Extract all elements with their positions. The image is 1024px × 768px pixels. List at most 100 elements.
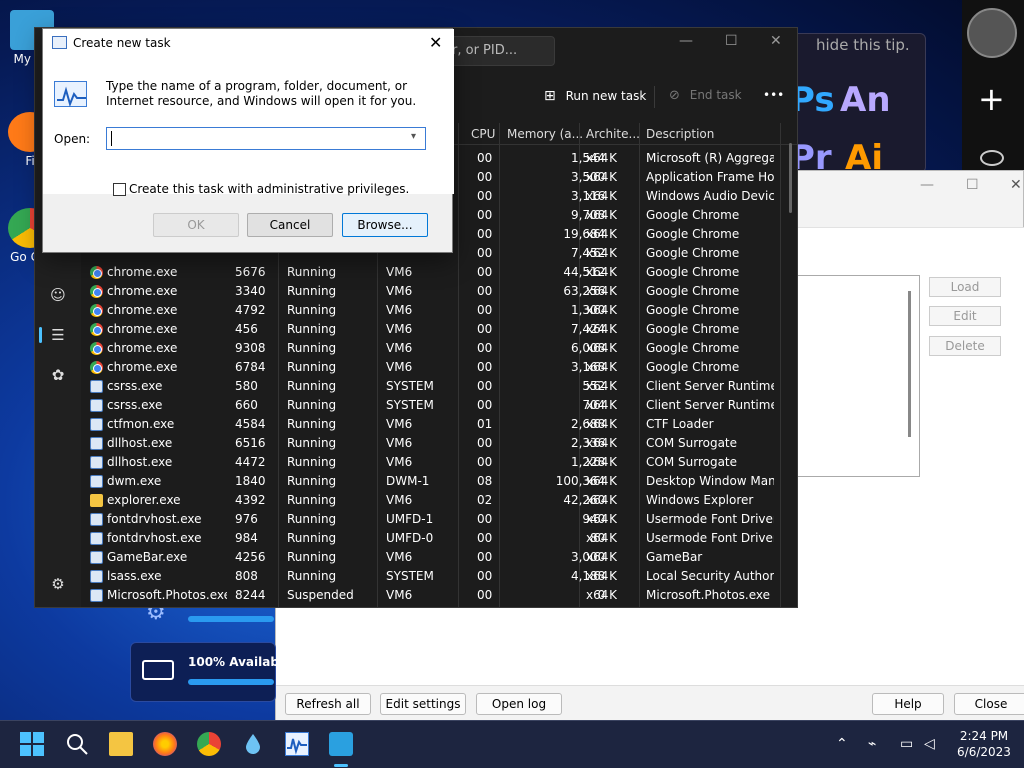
chrome-icon[interactable] <box>197 732 221 756</box>
display-icon[interactable]: ▭ <box>900 736 913 752</box>
open-log-button[interactable]: Open log <box>476 693 562 715</box>
end-task-label: End task <box>689 88 742 102</box>
edit-button[interactable]: Edit <box>929 306 1001 326</box>
table-row[interactable]: dwm.exe 1840 Running DWM-1 08 100,364 Kx64 Des… <box>81 472 797 491</box>
cancel-button[interactable]: Cancel <box>247 213 333 237</box>
chevron-up-icon[interactable]: ⌃ <box>836 736 848 752</box>
table-row[interactable]: chrome.exe 5676 Running VM6 00 44,512 Kx64 Goo… <box>81 263 797 282</box>
close-icon[interactable]: ✕ <box>770 33 782 49</box>
application-icon <box>90 437 103 450</box>
eye-icon[interactable] <box>980 150 1004 166</box>
end-task-button[interactable]: ⊘ End task <box>669 88 742 103</box>
table-row[interactable]: explorer.exe 4392 Running VM6 02 42,260 Kx64 W… <box>81 491 797 510</box>
chrome-icon <box>90 342 103 355</box>
table-row[interactable]: dllhost.exe 4472 Running VM6 00 1,228 Kx64 COM… <box>81 453 797 472</box>
table-row[interactable]: chrome.exe 4792 Running VM6 00 1,300 Kx64 Goog… <box>81 301 797 320</box>
dialog-message: Type the name of a program, folder, docu… <box>106 79 417 108</box>
chevron-down-icon[interactable]: ▾ <box>411 131 416 142</box>
browse-button[interactable]: Browse... <box>342 213 428 237</box>
avatar[interactable] <box>967 8 1017 58</box>
dialog-titlebar: Create new task ✕ <box>43 29 454 57</box>
table-row[interactable]: chrome.exe 6784 Running VM6 00 3,168 Kx64 Goog… <box>81 358 797 377</box>
settings-icon[interactable]: ⚙ <box>49 575 67 593</box>
edit-settings-button[interactable]: Edit settings <box>380 693 466 715</box>
table-row[interactable]: csrss.exe 660 Running SYSTEM 00 704 Kx64 Clien… <box>81 396 797 415</box>
load-button[interactable]: Load <box>929 277 1001 297</box>
maximize-icon[interactable]: ☐ <box>966 177 979 193</box>
table-row[interactable]: csrss.exe 580 Running SYSTEM 00 552 Kx64 Clien… <box>81 377 797 396</box>
table-row[interactable]: GameBar.exe 4256 Running VM6 00 3,000 Kx64 Gam… <box>81 548 797 567</box>
animate-icon[interactable]: An <box>840 80 891 120</box>
chrome-icon <box>90 361 103 374</box>
process-status: Running <box>287 550 337 564</box>
search-input[interactable]: r, or PID... <box>447 36 555 66</box>
close-button[interactable]: Close <box>954 693 1024 715</box>
clock[interactable]: 2:24 PM 6/6/2023 <box>952 728 1016 760</box>
volume-icon[interactable]: ◁ <box>924 736 935 752</box>
process-name: GameBar.exe <box>107 550 188 564</box>
firefox-icon[interactable] <box>153 732 177 756</box>
file-explorer-icon[interactable] <box>109 732 133 756</box>
process-name: fontdrvhost.exe <box>107 512 202 526</box>
table-row[interactable]: dllhost.exe 6516 Running VM6 00 2,336 Kx64 COM… <box>81 434 797 453</box>
process-description: Usermode Font Driver ... <box>646 512 774 526</box>
run-new-task-label: Run new task <box>565 89 647 103</box>
active-app-indicator <box>334 764 348 767</box>
table-row[interactable]: chrome.exe 9308 Running VM6 00 6,008 Kx64 Goog… <box>81 339 797 358</box>
start-button[interactable] <box>20 732 44 756</box>
column-header-cpu[interactable]: CPU <box>471 127 495 141</box>
plus-icon[interactable]: + <box>978 80 1005 118</box>
dialog-body: Type the name of a program, folder, docu… <box>43 57 454 196</box>
minimize-icon[interactable]: — <box>679 33 693 49</box>
table-row[interactable]: lsass.exe 808 Running SYSTEM 00 4,188 Kx64 Loc… <box>81 567 797 586</box>
help-button[interactable]: Help <box>872 693 944 715</box>
table-row[interactable]: chrome.exe 3340 Running VM6 00 63,256 Kx64 Goo… <box>81 282 797 301</box>
windows-logo-tile <box>33 732 44 743</box>
admin-checkbox[interactable] <box>113 183 126 196</box>
admin-checkbox-label[interactable]: Create this task with administrative pri… <box>129 182 409 196</box>
close-icon[interactable]: ✕ <box>429 33 442 52</box>
run-new-task-button[interactable]: ⊞ Run new task <box>544 88 646 104</box>
users-icon[interactable]: ☺ <box>49 286 67 304</box>
maximize-icon[interactable]: ☐ <box>725 33 738 49</box>
process-description: Microsoft.Photos.exe <box>646 588 771 602</box>
table-row[interactable]: chrome.exe 456 Running VM6 00 7,424 Kx64 Googl… <box>81 320 797 339</box>
process-cpu: 02 <box>477 493 493 507</box>
table-row[interactable]: ctfmon.exe 4584 Running VM6 01 2,688 Kx64 CTF … <box>81 415 797 434</box>
details-icon[interactable]: ☰ <box>49 326 67 344</box>
services-icon[interactable]: ✿ <box>49 366 67 384</box>
column-header-memory[interactable]: Memory (a... <box>507 127 583 141</box>
process-description: COM Surrogate <box>646 455 738 469</box>
search-icon[interactable] <box>65 732 89 756</box>
network-icon[interactable]: ⌁ <box>868 736 876 752</box>
item-list[interactable] <box>796 275 920 477</box>
process-description: Google Chrome <box>646 265 740 279</box>
process-user: VM6 <box>386 436 413 450</box>
scrollbar[interactable] <box>908 291 911 437</box>
delete-button[interactable]: Delete <box>929 336 1001 356</box>
more-options-button[interactable]: ••• <box>763 88 784 102</box>
process-user: VM6 <box>386 284 413 298</box>
droplet-icon[interactable] <box>241 732 265 756</box>
process-cpu: 01 <box>477 417 493 431</box>
open-input[interactable] <box>106 127 426 150</box>
table-row[interactable]: Microsoft.Photos.exe 8244 Suspended VM6 00 0 … <box>81 586 797 605</box>
ok-button[interactable]: OK <box>153 213 239 237</box>
task-manager-icon[interactable] <box>285 732 309 756</box>
minimize-icon[interactable]: — <box>920 177 934 193</box>
process-cpu: 00 <box>477 550 493 564</box>
close-icon[interactable]: ✕ <box>1010 177 1022 193</box>
table-row[interactable]: fontdrvhost.exe 976 Running UMFD-1 00 940 Kx6… <box>81 510 797 529</box>
run-icon <box>54 81 87 108</box>
table-row[interactable]: fontdrvhost.exe 984 Running UMFD-0 00 80 Kx64… <box>81 529 797 548</box>
process-architecture: x64 <box>586 550 609 564</box>
process-description: Google Chrome <box>646 360 740 374</box>
process-description: Google Chrome <box>646 227 740 241</box>
process-user: VM6 <box>386 360 413 374</box>
process-name: chrome.exe <box>107 265 178 279</box>
refresh-all-button[interactable]: Refresh all <box>285 693 371 715</box>
app-window-icon[interactable] <box>329 732 353 756</box>
column-header-description[interactable]: Description <box>646 127 714 141</box>
scrollbar[interactable] <box>789 143 792 213</box>
column-header-architecture[interactable]: Archite... <box>586 127 640 141</box>
